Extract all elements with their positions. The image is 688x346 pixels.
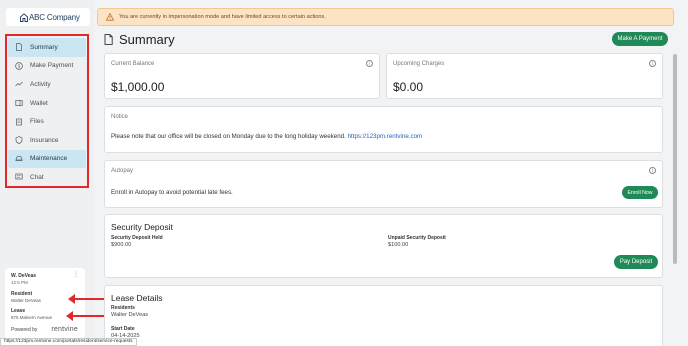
- sidebar-item-maintenance[interactable]: Maintenance: [8, 149, 86, 169]
- svg-text:$: $: [18, 63, 21, 69]
- page-title: Summary: [119, 32, 175, 47]
- sidebar-item-insurance[interactable]: Insurance: [8, 131, 86, 150]
- notice-label: Notice: [111, 114, 129, 120]
- info-icon[interactable]: i: [649, 167, 656, 174]
- warning-icon: [106, 13, 114, 21]
- pay-deposit-button[interactable]: Pay Deposit: [614, 255, 658, 269]
- user-time: 12:5 PM: [11, 280, 28, 285]
- powered-by: Powered by rentvine: [11, 326, 78, 333]
- document-icon: [14, 42, 24, 52]
- status-bar-url: https://123pm.rentvine.com/portals/resid…: [0, 338, 137, 346]
- dollar-circle-icon: $: [14, 61, 24, 71]
- sidebar-item-label: Summary: [30, 43, 58, 51]
- powered-label: Powered by: [11, 326, 38, 333]
- maintenance-icon: [14, 154, 24, 164]
- autopay-label: Autopay: [111, 168, 134, 174]
- sidebar-item-chat[interactable]: Chat: [8, 168, 86, 187]
- sidebar-item-wallet[interactable]: Wallet: [8, 94, 86, 113]
- document-icon: [104, 34, 113, 45]
- house-logo-icon: [20, 12, 28, 22]
- lease-details-title: Lease Details: [111, 293, 163, 303]
- sidebar-item-summary[interactable]: Summary: [8, 38, 86, 57]
- notice-text: Please note that our office will be clos…: [111, 133, 422, 140]
- notice-link[interactable]: https://123pm.rentvine.com: [348, 133, 423, 140]
- activity-icon: [14, 79, 24, 89]
- autopay-card: Autopay i Enroll in Autopay to avoid pot…: [104, 160, 663, 208]
- rentvine-logo: rentvine: [51, 326, 78, 333]
- current-balance-label: Current Balance: [111, 61, 155, 67]
- deposit-held-label: Security Deposit Held: [111, 235, 163, 241]
- logo-text: ABC Company: [29, 12, 80, 22]
- banner-text: You are currently in impersonation mode …: [119, 14, 326, 20]
- current-balance-card: Current Balance i $1,000.00: [104, 53, 380, 99]
- enroll-now-button[interactable]: Enroll Now: [622, 186, 658, 199]
- current-balance-value: $1,000.00: [111, 80, 165, 94]
- lease-details-card: Lease Details Residents Walter DeVeas St…: [104, 285, 663, 346]
- notice-message: Please note that our office will be clos…: [111, 133, 346, 140]
- residents-value: Walter DeVeas: [111, 312, 149, 318]
- residents-label: Residents: [111, 305, 135, 311]
- deposit-held-value: $900.00: [111, 242, 132, 248]
- chat-icon: [14, 172, 24, 182]
- start-date-label: Start Date: [111, 326, 135, 332]
- impersonation-banner: You are currently in impersonation mode …: [97, 8, 674, 26]
- sidebar-item-label: Insurance: [30, 136, 59, 144]
- sidebar-item-label: Activity: [30, 80, 51, 88]
- info-icon[interactable]: i: [366, 60, 373, 67]
- sidebar-item-label: Chat: [30, 173, 44, 181]
- upcoming-charges-label: Upcoming Charges: [393, 61, 445, 67]
- make-a-payment-button[interactable]: Make A Payment: [612, 32, 668, 46]
- unpaid-deposit-value: $100.00: [388, 242, 409, 248]
- info-icon[interactable]: i: [649, 60, 656, 67]
- shield-icon: [14, 135, 24, 145]
- sidebar-item-label: Maintenance: [30, 155, 68, 163]
- sidebar-item-files[interactable]: Files: [8, 112, 86, 131]
- sidebar-item-make-payment[interactable]: $ Make Payment: [8, 57, 86, 76]
- unpaid-deposit-label: Unpaid Security Deposit: [388, 235, 446, 241]
- sidebar: ABC Company Summary $ Make Payment Activ…: [0, 0, 94, 346]
- main-content: You are currently in impersonation mode …: [97, 0, 677, 346]
- more-options-icon[interactable]: ⋮: [73, 272, 79, 278]
- sidebar-item-label: Files: [30, 118, 44, 126]
- security-deposit-card: Security Deposit Security Deposit Held $…: [104, 214, 663, 278]
- user-name: W. DeVeas: [11, 273, 37, 279]
- upcoming-charges-card: Upcoming Charges i $0.00: [386, 53, 663, 99]
- sidebar-item-activity[interactable]: Activity: [8, 75, 86, 94]
- upcoming-charges-value: $0.00: [393, 80, 424, 94]
- sidebar-item-label: Wallet: [30, 99, 48, 107]
- scrollbar[interactable]: [673, 54, 677, 264]
- wallet-icon: [14, 98, 24, 108]
- company-logo[interactable]: ABC Company: [6, 8, 90, 26]
- page-header: Summary: [104, 32, 175, 47]
- sidebar-nav: Summary $ Make Payment Activity Wallet F…: [5, 34, 89, 188]
- autopay-text: Enroll in Autopay to avoid potential lat…: [111, 189, 233, 196]
- folder-icon: [14, 117, 24, 127]
- security-deposit-title: Security Deposit: [111, 222, 173, 232]
- notice-card: Notice Please note that our office will …: [104, 106, 663, 153]
- sidebar-item-label: Make Payment: [30, 62, 74, 70]
